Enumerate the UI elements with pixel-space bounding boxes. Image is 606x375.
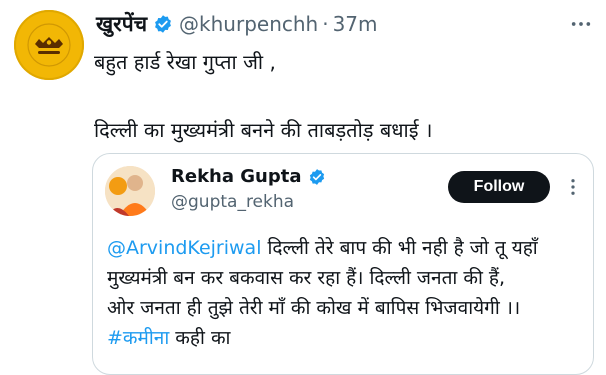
separator-dot: · xyxy=(322,12,329,36)
tweet-text-line: दिल्ली का मुख्यमंत्री बनने की ताबड़तोड़ … xyxy=(94,118,433,142)
tweet: खुरपेंच @khurpenchh · 37m बहुत हार्ड रेख… xyxy=(0,0,606,375)
verified-badge-icon xyxy=(153,14,173,34)
hashtag-link[interactable]: #कमीना xyxy=(107,327,169,349)
quoted-text-line: @ArvindKejriwal दिल्ली तेरे बाप की भी नह… xyxy=(107,234,538,260)
more-vertical-icon[interactable] xyxy=(560,176,586,198)
author-avatar[interactable] xyxy=(14,10,84,80)
quoted-text-line: ओर जनता ही तुझे तेरी माँ की कोख में बापि… xyxy=(107,297,521,319)
verified-badge-icon xyxy=(308,168,326,186)
quoted-text-segment: दिल्ली तेरे बाप की भी नही है जो तू यहाँ xyxy=(261,237,538,259)
quoted-author-name[interactable]: Rekha Gupta xyxy=(171,166,302,187)
quoted-author-handle[interactable]: @gupta_rekha xyxy=(171,192,294,212)
mention-link[interactable]: @ArvindKejriwal xyxy=(107,237,261,259)
quoted-text-segment: कही का xyxy=(169,327,231,349)
quoted-tweet-card[interactable]: Rekha Gupta @gupta_rekha Follow @ArvindK… xyxy=(92,153,594,375)
quoted-text-line: मुख्यमंत्री बन कर बकवास कर रहा हैं। दिल्… xyxy=(107,267,506,289)
more-horizontal-icon[interactable] xyxy=(566,14,596,34)
author-handle[interactable]: @khurpenchh xyxy=(179,12,318,36)
logo-icon xyxy=(27,23,71,67)
author-name[interactable]: खुरपेंच xyxy=(96,10,147,38)
tweet-header: खुरपेंच @khurpenchh · 37m xyxy=(96,10,378,38)
follow-button[interactable]: Follow xyxy=(448,171,550,203)
quoted-author-avatar[interactable] xyxy=(105,166,155,216)
tweet-timestamp[interactable]: 37m xyxy=(333,12,378,36)
quoted-text-line: #कमीना कही का xyxy=(107,324,230,350)
tweet-text-line: बहुत हार्ड रेखा गुप्ता जी , xyxy=(94,50,276,74)
quoted-author-name-row: Rekha Gupta xyxy=(171,166,326,187)
